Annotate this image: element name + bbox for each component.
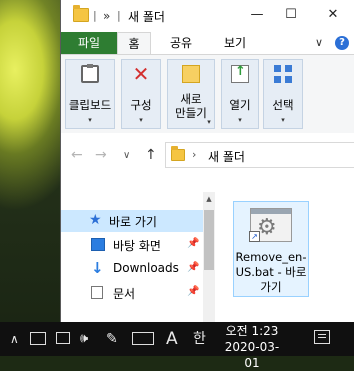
- clipboard-icon: [81, 64, 99, 83]
- tab-view[interactable]: 보기: [217, 32, 253, 54]
- taskview-icon[interactable]: [30, 332, 46, 345]
- scroll-up-arrow-icon[interactable]: ▲: [203, 192, 215, 206]
- taskbar: ∧ 🕪 ✎ A 한 오전 1:23 2020-03-01: [0, 322, 354, 370]
- quick-access-chevron[interactable]: »: [103, 9, 110, 23]
- ribbon-group-select[interactable]: 선택 ▾: [263, 59, 303, 129]
- dropdown-arrow-icon: ▾: [88, 116, 92, 124]
- document-icon: [91, 286, 103, 299]
- up-arrow-icon[interactable]: ↑: [145, 147, 157, 163]
- dropdown-arrow-icon: ▾: [207, 118, 211, 126]
- sidebar-item-downloads[interactable]: ↓ Downloads 📌: [61, 258, 203, 280]
- volume-icon[interactable]: 🕪: [80, 330, 88, 348]
- organize-icon: ✕: [132, 62, 150, 86]
- ribbon-group-organize[interactable]: ✕ 구성 ▾: [121, 59, 161, 129]
- file-item[interactable]: ⚙ ↗ Remove_en-US.bat - 바로 가기: [233, 201, 309, 297]
- tab-file[interactable]: 파일: [61, 32, 117, 55]
- touch-keyboard-icon[interactable]: [132, 332, 154, 345]
- show-hidden-icons-chevron-icon[interactable]: ∧: [10, 330, 19, 348]
- ribbon-label-organize: 구성: [130, 98, 152, 112]
- pin-icon[interactable]: 📌: [187, 238, 199, 249]
- breadcrumb-chevron-icon[interactable]: ›: [192, 148, 196, 161]
- ime-mode-indicator[interactable]: A: [166, 330, 178, 348]
- open-icon: [231, 64, 249, 83]
- notification-center-icon[interactable]: [314, 330, 330, 344]
- file-explorer-window: | » | 새 폴더 — ☐ ✕ 파일 홈 공유 보기 ∨ ? 클립보드 ▾ ✕…: [60, 0, 354, 322]
- tab-share[interactable]: 공유: [163, 32, 199, 54]
- clock-date: 2020-03-01: [224, 340, 280, 370]
- star-icon: ★: [89, 212, 102, 228]
- forward-arrow-icon[interactable]: →: [95, 147, 107, 163]
- back-arrow-icon[interactable]: ←: [71, 147, 83, 163]
- sidebar-item-desktop[interactable]: 바탕 화면 📌: [61, 234, 203, 256]
- navpane-scrollbar[interactable]: ▲: [203, 192, 215, 322]
- file-name: Remove_en-US.bat - 바로 가기: [235, 250, 307, 294]
- ribbon-label-select: 선택: [272, 98, 294, 112]
- clock-time: 오전 1:23: [225, 324, 279, 338]
- folder-icon: [73, 5, 89, 22]
- ribbon-label-new: 새로 만들기: [175, 92, 207, 120]
- maximize-button[interactable]: ☐: [269, 0, 313, 30]
- tab-home[interactable]: 홈: [117, 32, 151, 55]
- recent-locations-chevron-icon[interactable]: ∨: [123, 150, 130, 161]
- scroll-thumb[interactable]: [204, 210, 214, 270]
- title-bar[interactable]: | » | 새 폴더 — ☐ ✕: [61, 0, 354, 32]
- ribbon-group-new[interactable]: 새로 만들기 ▾: [167, 59, 215, 129]
- address-bar-row: ← → ∨ ↑ › 새 폴더: [61, 133, 354, 177]
- ribbon-label-open: 열기: [229, 98, 251, 112]
- navigation-pane: ★ 바로 가기 바탕 화면 📌 ↓ Downloads 📌 문서 📌: [61, 206, 213, 322]
- desktop-icon: [91, 238, 105, 251]
- file-list-area[interactable]: ⚙ ↗ Remove_en-US.bat - 바로 가기: [215, 177, 354, 322]
- folder-icon: [171, 146, 185, 161]
- ribbon: 클립보드 ▾ ✕ 구성 ▾ 새로 만들기 ▾ 열기 ▾: [61, 54, 354, 134]
- sidebar-item-quick-access[interactable]: ★ 바로 가기: [61, 210, 203, 232]
- ribbon-tabs: 파일 홈 공유 보기 ∨ ?: [61, 32, 354, 55]
- select-icon: [274, 65, 292, 83]
- ribbon-group-clipboard[interactable]: 클립보드 ▾: [65, 59, 115, 129]
- breadcrumb-current[interactable]: 새 폴더: [208, 148, 245, 165]
- clock[interactable]: 오전 1:23 2020-03-01: [222, 323, 282, 371]
- batch-file-icon: ⚙ ↗: [249, 208, 292, 242]
- pen-icon[interactable]: ✎: [106, 330, 118, 348]
- new-folder-icon: [182, 65, 200, 83]
- dropdown-arrow-icon: ▾: [238, 116, 242, 124]
- close-button[interactable]: ✕: [311, 0, 354, 30]
- sidebar-item-label: 바로 가기: [109, 215, 157, 229]
- sidebar-item-label: 문서: [113, 287, 136, 301]
- sidebar-item-label: 바탕 화면: [113, 239, 161, 253]
- pin-icon[interactable]: 📌: [187, 262, 199, 273]
- download-icon: ↓: [91, 259, 104, 277]
- separator: |: [93, 9, 97, 22]
- separator: |: [117, 9, 121, 22]
- dropdown-arrow-icon: ▾: [281, 116, 285, 124]
- window-title: 새 폴더: [128, 10, 165, 24]
- shortcut-arrow-icon: ↗: [249, 231, 260, 242]
- ribbon-label-clipboard: 클립보드: [68, 98, 112, 112]
- sidebar-item-documents[interactable]: 문서 📌: [61, 282, 203, 304]
- sidebar-item-label: Downloads: [113, 261, 179, 275]
- ime-language-indicator[interactable]: 한: [193, 330, 206, 348]
- dropdown-arrow-icon: ▾: [139, 116, 143, 124]
- help-icon[interactable]: ?: [335, 36, 349, 50]
- network-icon[interactable]: [56, 332, 70, 344]
- address-input[interactable]: › 새 폴더: [165, 142, 354, 168]
- ribbon-collapse-chevron-icon[interactable]: ∨: [315, 36, 323, 49]
- ribbon-group-open[interactable]: 열기 ▾: [221, 59, 259, 129]
- pin-icon[interactable]: 📌: [187, 286, 199, 297]
